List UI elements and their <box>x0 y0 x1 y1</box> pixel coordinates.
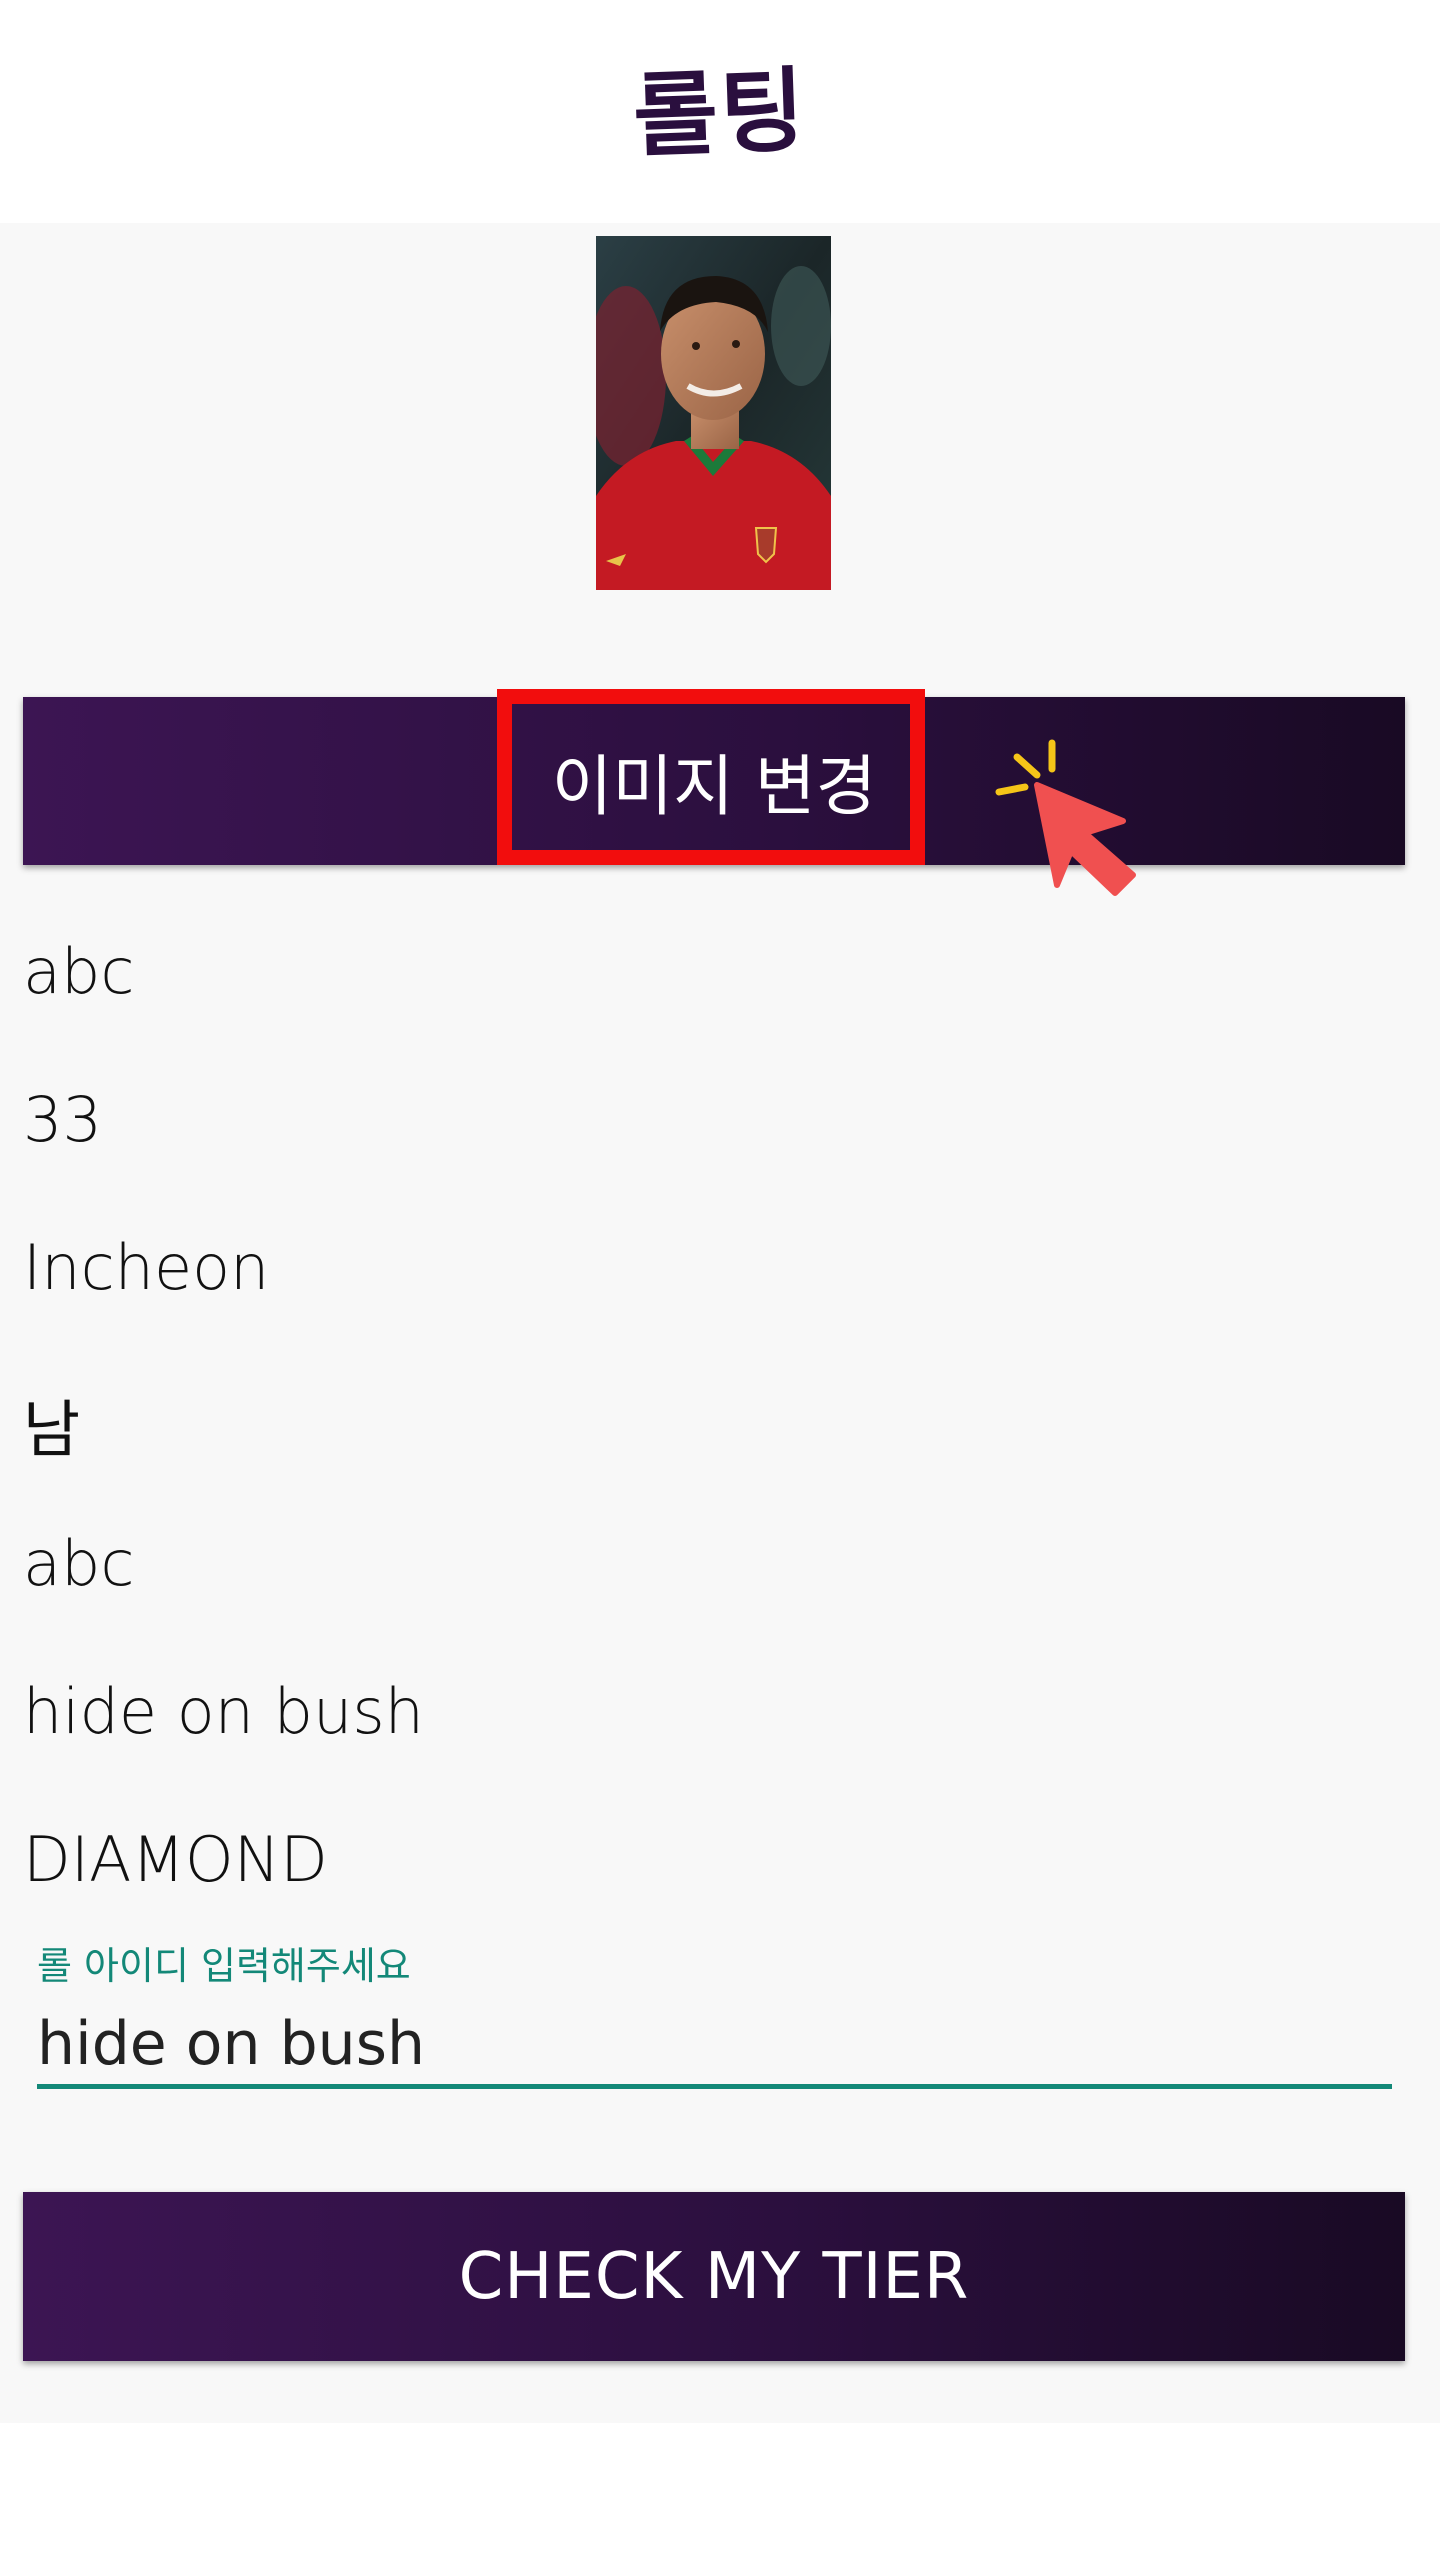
info-item-game-id: hide on bush <box>23 1675 424 1748</box>
check-my-tier-button[interactable]: CHECK MY TIER <box>23 2192 1405 2361</box>
app-title: 롤팅 <box>631 57 809 170</box>
change-image-label: 이미지 변경 <box>551 748 877 825</box>
info-item-age: 33 <box>23 1083 102 1156</box>
game-id-input[interactable] <box>37 2003 1392 2089</box>
info-item-extra: abc <box>23 1527 135 1600</box>
info-item-tier: DIAMOND <box>23 1823 328 1896</box>
bottom-blank-area <box>0 2423 1440 2560</box>
game-id-field-label: 롤 아이디 입력해주세요 <box>37 1944 411 1988</box>
change-image-button[interactable]: 이미지 변경 <box>23 697 1405 865</box>
info-item-name: abc <box>23 935 135 1008</box>
app-header: 롤팅 <box>0 0 1440 223</box>
check-my-tier-label: CHECK MY TIER <box>458 2239 970 2314</box>
info-item-gender: 남 <box>23 1393 81 1466</box>
info-item-city: Incheon <box>23 1231 270 1304</box>
profile-photo <box>596 236 831 590</box>
profile-content <box>0 223 1440 2423</box>
